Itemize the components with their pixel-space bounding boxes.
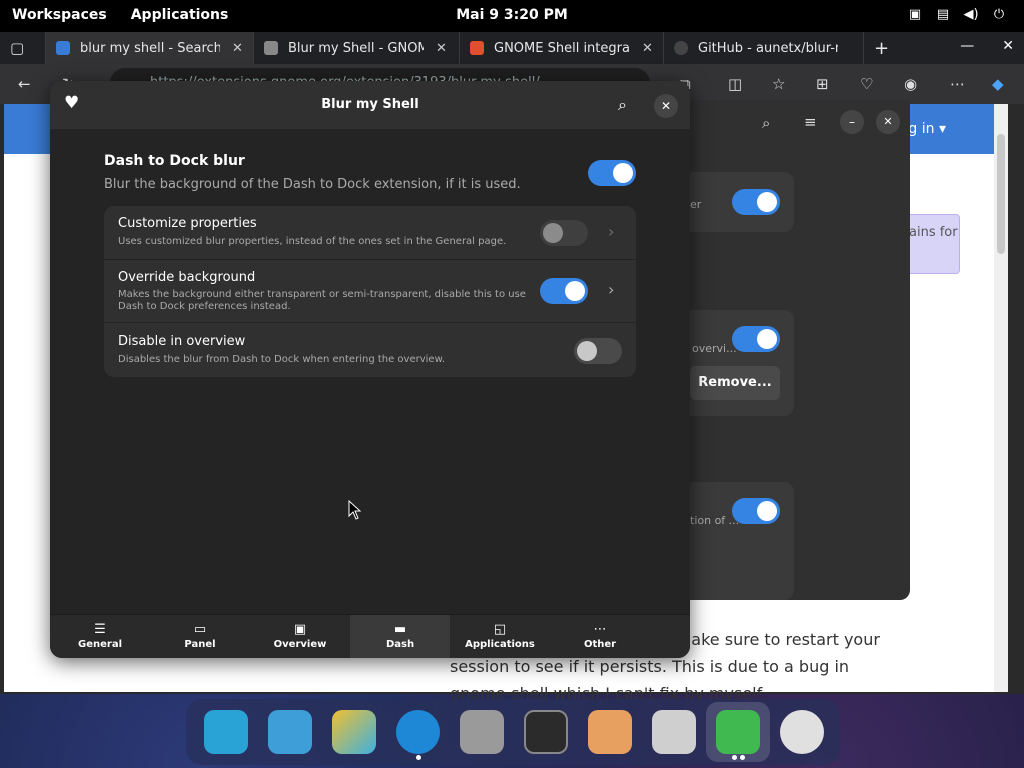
top-bar: Workspaces Applications Mai 9 3:20 PM ▣ …: [0, 0, 1024, 32]
background-window-header: ⌕ ≡ – ✕: [680, 100, 910, 146]
gnome-integration-favicon-icon: [470, 41, 484, 55]
tab-github[interactable]: GitHub - aunetx/blur-m: [664, 32, 864, 64]
close-icon[interactable]: ✕: [654, 94, 678, 118]
split-screen-icon[interactable]: ◫: [728, 75, 742, 93]
dock-file-manager[interactable]: [450, 702, 514, 762]
tab-panel[interactable]: ▭ Panel: [150, 615, 250, 658]
search-icon[interactable]: ⌕: [618, 95, 627, 115]
dock-app-grid[interactable]: [322, 702, 386, 762]
dock: [186, 699, 840, 765]
override-background-toggle[interactable]: [540, 278, 588, 304]
favorites-icon[interactable]: ☆: [772, 75, 785, 93]
section-title: Dash to Dock blur: [104, 153, 245, 169]
minimize-icon[interactable]: —: [960, 38, 974, 54]
dock-extensions[interactable]: [706, 702, 770, 762]
sliders-icon: ☰: [94, 622, 106, 637]
blur-my-shell-preferences: ♥ Blur my Shell ⌕ ✕ Dash to Dock blur Bl…: [50, 81, 690, 658]
list-item-override-background[interactable]: Override background Makes the background…: [104, 260, 636, 323]
tab-other[interactable]: ⋯ Other: [550, 615, 650, 658]
section-description: Blur the background of the Dash to Dock …: [104, 177, 521, 192]
search-icon[interactable]: ⌕: [762, 114, 770, 132]
terminal-icon: [524, 710, 568, 754]
dock-launcher-rocket[interactable]: [578, 702, 642, 762]
more-icon: ⋯: [593, 622, 607, 637]
dock-terminal[interactable]: [514, 702, 578, 762]
tab-gnome-extension[interactable]: Blur my Shell - GNOME ✕: [254, 32, 460, 64]
performance-icon[interactable]: ♡: [860, 75, 873, 93]
back-icon[interactable]: ←: [18, 75, 31, 93]
page-scrollbar[interactable]: [994, 104, 1008, 692]
edge-browser-icon: [396, 710, 440, 754]
menu-icon[interactable]: ≡: [804, 113, 817, 131]
bottom-navigation: ☰ General ▭ Panel ▣ Overview ▬ Dash ◱ Applica…: [50, 614, 690, 658]
rocket-icon: [588, 710, 632, 754]
volume-icon[interactable]: ◀): [962, 7, 980, 23]
tab-applications[interactable]: ◱ Applications: [450, 615, 550, 658]
disc-icon: [780, 710, 824, 754]
list-item-disable-in-overview[interactable]: Disable in overview Disables the blur fr…: [104, 323, 636, 377]
files-app-icon: [268, 710, 312, 754]
chevron-right-icon[interactable]: ›: [608, 280, 614, 299]
background-toggle[interactable]: [732, 326, 780, 352]
close-tab-icon[interactable]: ✕: [232, 41, 243, 56]
tab-general[interactable]: ☰ General: [50, 615, 150, 658]
copilot-icon[interactable]: ◆: [992, 75, 1004, 93]
mouse-cursor-icon: [348, 500, 362, 520]
file-manager-icon: [460, 710, 504, 754]
customize-properties-toggle[interactable]: [540, 220, 588, 246]
background-row-text: overvi...: [692, 342, 737, 355]
overview-icon: ▣: [293, 622, 307, 637]
tab-overview[interactable]: ▣ Overview: [250, 615, 350, 658]
close-icon[interactable]: ✕: [876, 110, 900, 134]
clock[interactable]: Mai 9 3:20 PM: [0, 7, 1024, 23]
gnome-favicon-icon: [264, 41, 278, 55]
dock-files-app[interactable]: [258, 702, 322, 762]
background-toggle[interactable]: [732, 498, 780, 524]
search-app-icon: [204, 710, 248, 754]
dialog-title: Blur my Shell: [321, 97, 419, 112]
applications-icon: ◱: [493, 622, 507, 637]
minimize-icon[interactable]: –: [840, 110, 864, 134]
chevron-right-icon[interactable]: ›: [608, 222, 614, 241]
background-row-text: tion of ...: [690, 514, 740, 527]
dock-settings[interactable]: [642, 702, 706, 762]
close-tab-icon[interactable]: ✕: [436, 41, 447, 56]
app-grid-icon: [332, 710, 376, 754]
remove-button[interactable]: Remove...: [690, 366, 780, 400]
panel-icon: ▭: [193, 622, 207, 637]
list-item-customize-properties[interactable]: Customize properties Uses customized blu…: [104, 206, 636, 260]
background-card: [680, 310, 794, 416]
tab-gnome-integration[interactable]: GNOME Shell integratio ✕: [460, 32, 664, 64]
profile-icon[interactable]: ◉: [904, 75, 917, 93]
gear-icon: [652, 710, 696, 754]
dock-edge-browser[interactable]: [386, 702, 450, 762]
new-tab-button[interactable]: +: [864, 32, 894, 64]
tab-actions-button[interactable]: ▢: [0, 32, 46, 64]
clipboard-icon[interactable]: ▤: [934, 7, 952, 23]
dialog-header: ♥ Blur my Shell ⌕ ✕: [50, 81, 690, 129]
menu-icon[interactable]: ⋯: [950, 75, 965, 93]
background-toggle[interactable]: [732, 189, 780, 215]
dock-search-app[interactable]: [194, 702, 258, 762]
power-icon[interactable]: ⏻: [990, 7, 1008, 23]
dock-disc[interactable]: [770, 702, 834, 762]
disable-in-overview-toggle[interactable]: [574, 338, 622, 364]
background-row-text: er: [690, 198, 702, 211]
background-prefs-window: ⌕ ≡ – ✕ er overvi... tion of ...: [680, 100, 910, 600]
puzzle-icon: [716, 710, 760, 754]
close-tab-icon[interactable]: ✕: [642, 41, 653, 56]
window-icon[interactable]: ▣: [906, 7, 924, 23]
tab-search[interactable]: blur my shell - Search ✕: [46, 32, 254, 64]
close-window-icon[interactable]: ✕: [1002, 38, 1014, 54]
collections-icon[interactable]: ⊞: [816, 75, 829, 93]
search-favicon-icon: [56, 41, 70, 55]
tab-bar: ▢ blur my shell - Search ✕ Blur my Shell…: [0, 32, 1024, 64]
settings-list: Customize properties Uses customized blu…: [104, 206, 636, 377]
github-favicon-icon: [674, 41, 688, 55]
dash-to-dock-blur-toggle[interactable]: [588, 160, 636, 186]
tab-dash[interactable]: ▬ Dash: [350, 615, 450, 658]
dash-icon: ▬: [393, 622, 407, 637]
